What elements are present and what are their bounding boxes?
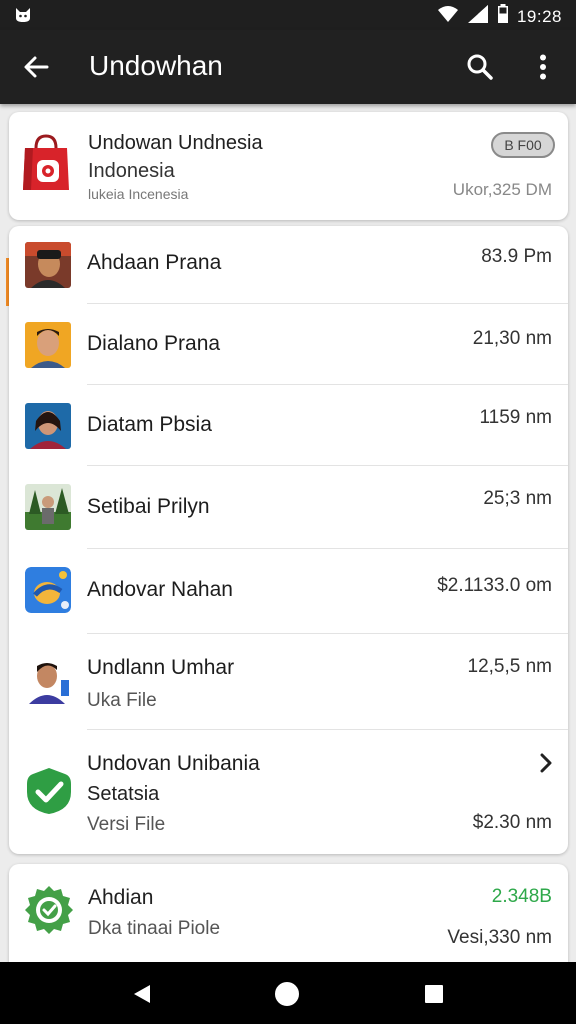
bottom-item-value: 2.348B <box>491 886 552 907</box>
cat-app-icon <box>14 6 32 29</box>
clock-time: 19:28 <box>516 6 562 26</box>
signal-icon <box>467 4 489 29</box>
search-icon[interactable] <box>460 47 500 87</box>
list-item-subtitle-secondary: Versi File <box>87 814 166 835</box>
avatar <box>25 658 71 704</box>
header-amount: Ukor,325 DM <box>452 180 552 199</box>
back-triangle-icon[interactable] <box>122 974 162 1014</box>
bottom-item-name: Ahdian <box>88 886 154 909</box>
status-bar: 19:28 <box>0 0 576 30</box>
header-card[interactable]: Undowan Undnesia Indonesia lukeia Incene… <box>9 112 568 220</box>
chevron-right-icon[interactable] <box>538 752 554 779</box>
list-item-amount: 1159 nm <box>479 407 552 428</box>
system-nav-bar <box>0 962 576 1024</box>
bottom-card[interactable]: Ahdian Dka tinaai Piole 2.348B Vesi,330 … <box>9 864 568 964</box>
list-item-amount: 21,30 nm <box>472 328 552 349</box>
list-item[interactable]: Undovan Unibania Setatsia Versi File $2.… <box>9 730 568 854</box>
list-item[interactable]: Andovar Nahan $2.1133.0 om <box>9 549 568 634</box>
status-badge: B F00 <box>491 132 555 158</box>
header-title: Undowan Undnesia <box>88 132 263 154</box>
transaction-list: Ahdaan Prana 83.9 Pm Dialano Prana 21,30… <box>9 226 568 854</box>
home-circle-icon[interactable] <box>267 974 307 1014</box>
battery-icon <box>497 4 509 29</box>
recents-square-icon[interactable] <box>414 974 454 1014</box>
gear-badge-icon <box>23 884 75 941</box>
list-item[interactable]: Dialano Prana 21,30 nm <box>9 304 568 385</box>
more-vert-icon[interactable] <box>526 47 560 87</box>
list-item[interactable]: Diatam Pbsia 1159 nm <box>9 385 568 466</box>
bottom-item-subtitle: Dka tinaai Piole <box>88 918 221 939</box>
header-small-text: lukeia Incenesia <box>88 186 189 202</box>
wifi-icon <box>437 5 459 28</box>
app-bar: Undowhan <box>0 30 576 104</box>
app-logo-icon <box>25 567 71 613</box>
list-item-name: Dialano Prana <box>87 332 221 355</box>
avatar <box>25 322 71 368</box>
list-item[interactable]: Ahdaan Prana 83.9 Pm <box>9 226 568 304</box>
avatar <box>25 484 71 530</box>
list-item-amount: $2.30 nm <box>472 812 552 833</box>
avatar <box>25 403 71 449</box>
list-item-amount: 12,5,5 nm <box>467 656 553 677</box>
page-title: Undowhan <box>89 50 223 81</box>
list-item-subtitle: Uka File <box>87 690 157 711</box>
list-item-name: Setibai Prilyn <box>87 495 210 518</box>
system-icons: 19:28 <box>437 4 562 29</box>
list-item-name: Ahdaan Prana <box>87 251 222 274</box>
list-item-name: Diatam Pbsia <box>87 413 212 436</box>
list-item-name: Undovan Unibania <box>87 752 260 775</box>
list-item-amount: 83.9 Pm <box>481 246 552 267</box>
list-item[interactable]: Setibai Prilyn 25;3 nm <box>9 466 568 549</box>
list-item-name: Andovar Nahan <box>87 578 233 601</box>
list-item-name: Undlann Umhar <box>87 656 235 679</box>
avatar <box>25 242 71 288</box>
header-subtitle: Indonesia <box>88 160 175 182</box>
shopping-bag-icon <box>21 132 71 199</box>
list-item-amount: 25;3 nm <box>483 488 552 509</box>
list-item[interactable]: Undlann Umhar Uka File 12,5,5 nm <box>9 634 568 730</box>
verified-shield-icon <box>25 766 73 816</box>
list-item-subtitle: Setatsia <box>87 783 160 805</box>
back-arrow-icon[interactable] <box>18 47 54 87</box>
list-item-amount: $2.1133.0 om <box>437 575 552 596</box>
bottom-item-amount: Vesi,330 nm <box>447 927 552 948</box>
